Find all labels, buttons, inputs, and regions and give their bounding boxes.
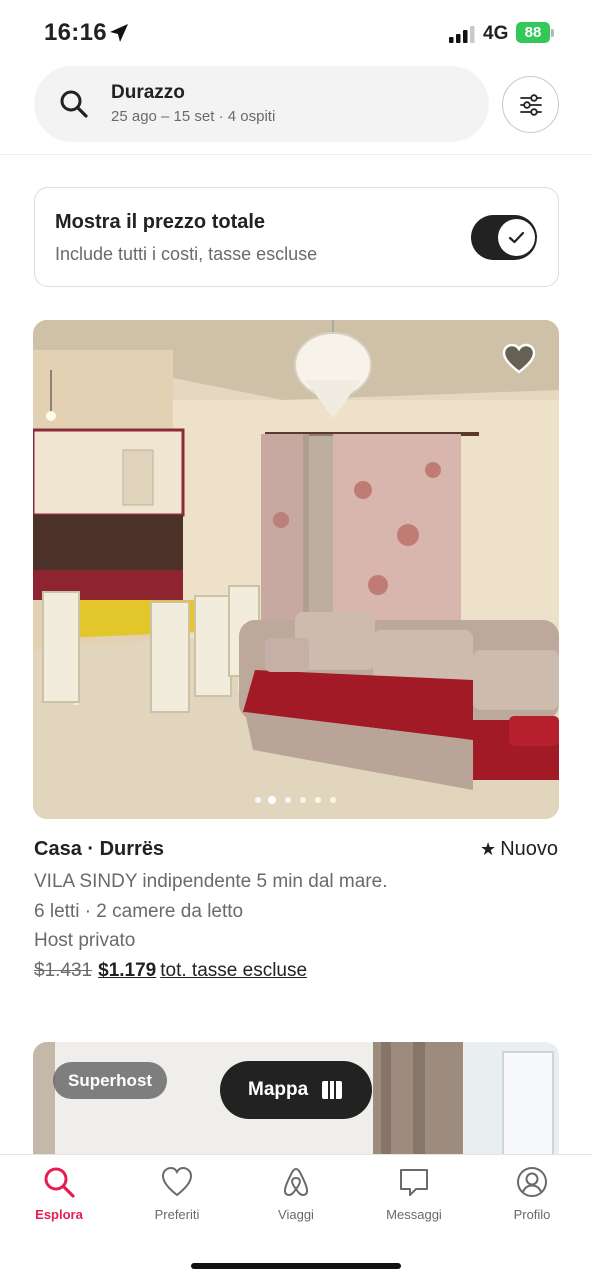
map-button-label: Mappa (248, 1079, 309, 1100)
filters-button[interactable] (502, 76, 559, 133)
tab-viaggi[interactable]: Viaggi (246, 1165, 346, 1231)
search-bar[interactable]: Durazzo 25 ago – 15 set · 4 ospiti (34, 66, 489, 142)
tab-label: Messaggi (386, 1207, 442, 1222)
pagination-dot (300, 797, 306, 803)
search-icon (44, 1167, 75, 1198)
tab-label: Profilo (513, 1207, 551, 1222)
listing-photo[interactable] (33, 320, 559, 819)
pagination-dot (330, 797, 336, 803)
total-price-subtitle: Include tutti i costi, tasse escluse (55, 244, 318, 264)
pagination-dot (315, 797, 321, 803)
tab-profilo[interactable]: Profilo (482, 1165, 582, 1231)
message-icon (400, 1169, 428, 1196)
listing-host: Host privato (34, 930, 136, 951)
cellular-signal-icon (449, 26, 475, 43)
tab-label: Esplora (35, 1207, 83, 1222)
battery-tip (551, 29, 554, 37)
rating-label: Nuovo (500, 838, 558, 860)
home-indicator[interactable] (191, 1263, 401, 1269)
battery-indicator: 88 (516, 22, 550, 43)
check-icon (508, 231, 525, 244)
listing-description-block: VILA SINDY indipendente 5 min dal mare. … (34, 867, 387, 956)
total-price-toggle[interactable] (471, 215, 537, 260)
status-time: 16:16 (44, 19, 107, 46)
location-arrow-icon (110, 24, 128, 42)
total-price-card: Mostra il prezzo totale Include tutti i … (34, 187, 559, 287)
heart-icon (161, 1166, 193, 1197)
pagination-dot (255, 797, 261, 803)
listing-rating: ★ Nuovo (480, 838, 558, 861)
price-original: $1.431 (34, 960, 93, 981)
profile-icon (517, 1167, 547, 1197)
sliders-icon (520, 94, 542, 116)
search-icon (60, 90, 88, 118)
listing-price[interactable]: $1.431 $1.179 tot. tasse escluse (34, 960, 307, 982)
search-details: 25 ago – 15 set · 4 ospiti (111, 108, 276, 125)
pagination-dot (285, 797, 291, 803)
favorite-heart-icon[interactable] (502, 1064, 559, 1160)
tab-esplora[interactable]: Esplora (9, 1165, 109, 1231)
header-divider (0, 154, 592, 155)
network-type: 4G (483, 23, 509, 44)
status-bar: 16:16 4G 88 (0, 0, 592, 64)
price-note: tot. tasse escluse (160, 960, 308, 981)
search-destination: Durazzo (111, 82, 185, 103)
listing-title[interactable]: Casa · Durrës (34, 838, 164, 861)
listing-photo-image (33, 320, 559, 819)
listing-beds: 6 letti · 2 camere da letto (34, 900, 244, 922)
superhost-badge: Superhost (53, 1062, 168, 1099)
photo-pagination (255, 796, 339, 805)
map-button[interactable]: Mappa (220, 1061, 372, 1119)
listing-description: VILA SINDY indipendente 5 min dal mare. (34, 871, 388, 892)
bottom-tab-bar: Esplora Preferiti Viaggi Messaggi Profil… (0, 1154, 592, 1280)
star-icon: ★ (480, 839, 497, 859)
airbnb-logo-icon (283, 1168, 309, 1196)
toggle-knob (498, 219, 535, 256)
tab-messaggi[interactable]: Messaggi (364, 1165, 464, 1231)
pagination-dot-active (268, 796, 276, 804)
total-price-title: Mostra il prezzo totale (55, 211, 266, 233)
price-discounted: $1.179 (98, 960, 157, 981)
map-icon (322, 1081, 342, 1099)
tab-label: Preferiti (154, 1207, 200, 1222)
favorite-heart-icon[interactable] (502, 343, 536, 375)
tab-label: Viaggi (278, 1207, 314, 1222)
tab-preferiti[interactable]: Preferiti (127, 1165, 227, 1231)
